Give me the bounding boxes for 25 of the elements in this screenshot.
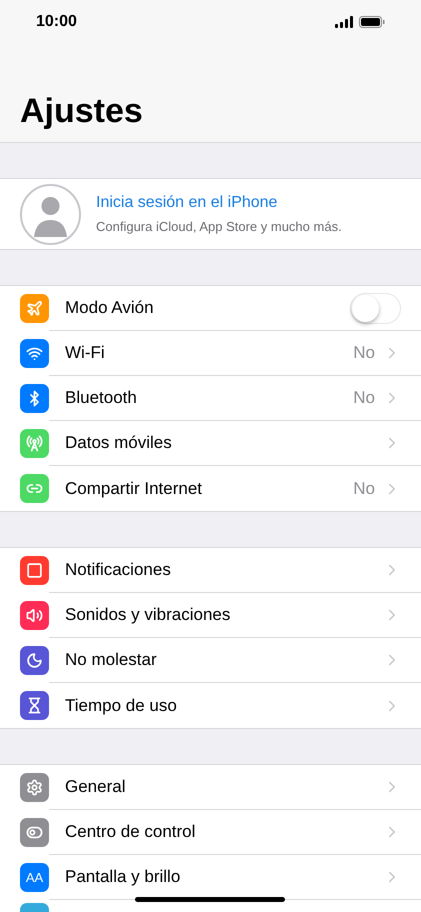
row-label: Compartir Internet xyxy=(65,478,203,500)
row-label: Centro de control xyxy=(65,821,196,844)
signal-icon xyxy=(335,16,354,28)
row-value: No xyxy=(353,387,375,410)
row-label: Tiempo de uso xyxy=(65,694,178,717)
row-label: Pantalla y brillo xyxy=(65,866,182,888)
row-label: Wi-Fi xyxy=(65,342,106,364)
row-value: No xyxy=(353,478,375,500)
row-label: General xyxy=(65,776,126,798)
row-label: Datos móviles xyxy=(65,432,173,454)
account-row[interactable]: Inicia sesión en el iPhone Configura iCloud, App Store y mucho más. xyxy=(0,178,421,250)
avatar-icon xyxy=(20,184,81,244)
status-time: 10:00 xyxy=(36,12,77,32)
row-label: No molestar xyxy=(65,649,158,672)
row-label: Bluetooth xyxy=(65,387,138,410)
account-subtitle: Configura iCloud, App Store y mucho más. xyxy=(96,218,342,236)
toggle-switch[interactable] xyxy=(350,292,401,324)
row-label: Modo Avión xyxy=(65,297,155,320)
battery-icon xyxy=(359,16,385,28)
text-size-icon: AA xyxy=(20,863,49,892)
page-title: Ajustes xyxy=(20,90,143,132)
row-label: Notificaciones xyxy=(65,559,172,582)
row-value: No xyxy=(353,342,375,364)
row-label: Sonidos y vibraciones xyxy=(65,604,232,626)
sign-in-link[interactable]: Inicia sesión en el iPhone xyxy=(96,191,342,216)
